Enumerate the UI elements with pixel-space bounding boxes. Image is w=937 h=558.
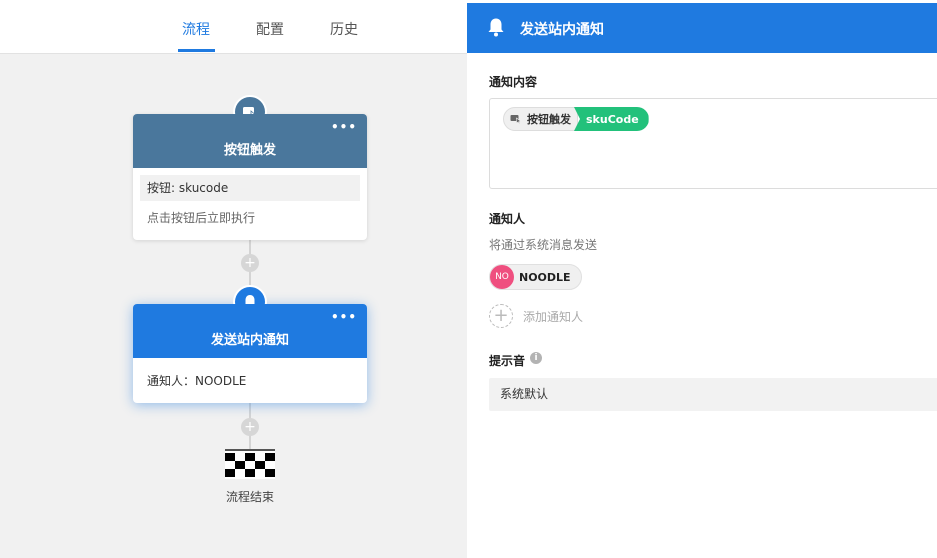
chip-field-label: skuCode [574, 107, 649, 131]
notify-recipient-info: 通知人：NOODLE [147, 374, 247, 388]
notification-content-editor[interactable]: 按钮触发 skuCode [489, 98, 937, 189]
chip-source-label: 按钮触发 [527, 113, 571, 126]
trigger-button-info: 按钮: skucode [140, 175, 360, 201]
bell-icon [488, 18, 504, 37]
add-recipient-label: 添加通知人 [523, 309, 584, 324]
checkered-flag-icon [225, 449, 275, 479]
flow-canvas: 流程 配置 历史 按钮触发 ••• 按钮: skucode 点击按钮后立即执行 … [0, 0, 467, 558]
tab-active-indicator [178, 49, 215, 52]
notify-node-header: 发送站内通知 ••• [133, 304, 367, 358]
tab-history[interactable]: 历史 [330, 19, 358, 39]
trigger-node[interactable]: 按钮触发 ••• 按钮: skucode 点击按钮后立即执行 [133, 95, 367, 240]
node-config-panel: 发送站内通知 通知内容 按钮触发 skuCode 通知人 将通过系统消息发送 N… [467, 0, 937, 558]
tab-bar: 流程 配置 历史 [0, 0, 467, 54]
avatar: NO [490, 265, 514, 289]
sound-select[interactable]: 系统默认 [489, 378, 937, 411]
panel-header: 发送站内通知 [467, 3, 937, 53]
trigger-node-title: 按钮触发 [223, 142, 276, 158]
more-options-icon[interactable]: ••• [331, 310, 357, 324]
notify-node-title: 发送站内通知 [210, 332, 289, 348]
panel-title: 发送站内通知 [520, 22, 604, 38]
add-step-button[interactable]: + [241, 418, 259, 436]
tab-config[interactable]: 配置 [256, 19, 284, 39]
add-step-button[interactable]: + [241, 254, 259, 272]
recipient-tag[interactable]: NO NOODLE [489, 264, 582, 290]
info-icon[interactable]: i [530, 352, 542, 364]
recipients-hint: 将通过系统消息发送 [489, 238, 598, 252]
chip-source: 按钮触发 [503, 107, 578, 131]
trigger-node-header: 按钮触发 ••• [133, 114, 367, 168]
content-label: 通知内容 [489, 75, 538, 89]
more-options-icon[interactable]: ••• [331, 120, 357, 134]
tab-flow[interactable]: 流程 [182, 19, 210, 39]
trigger-description: 点击按钮后立即执行 [147, 211, 256, 225]
notify-node[interactable]: 发送站内通知 ••• 通知人：NOODLE [133, 285, 367, 403]
button-click-icon [510, 115, 522, 124]
variable-chip[interactable]: 按钮触发 skuCode [503, 107, 649, 131]
sound-label: 提示音 [489, 354, 526, 368]
plus-icon: + [489, 304, 513, 328]
recipient-name: NOODLE [519, 270, 571, 284]
flow-end-label: 流程结束 [225, 490, 274, 504]
add-recipient-button[interactable]: + 添加通知人 [489, 304, 583, 328]
recipients-label: 通知人 [489, 212, 526, 226]
